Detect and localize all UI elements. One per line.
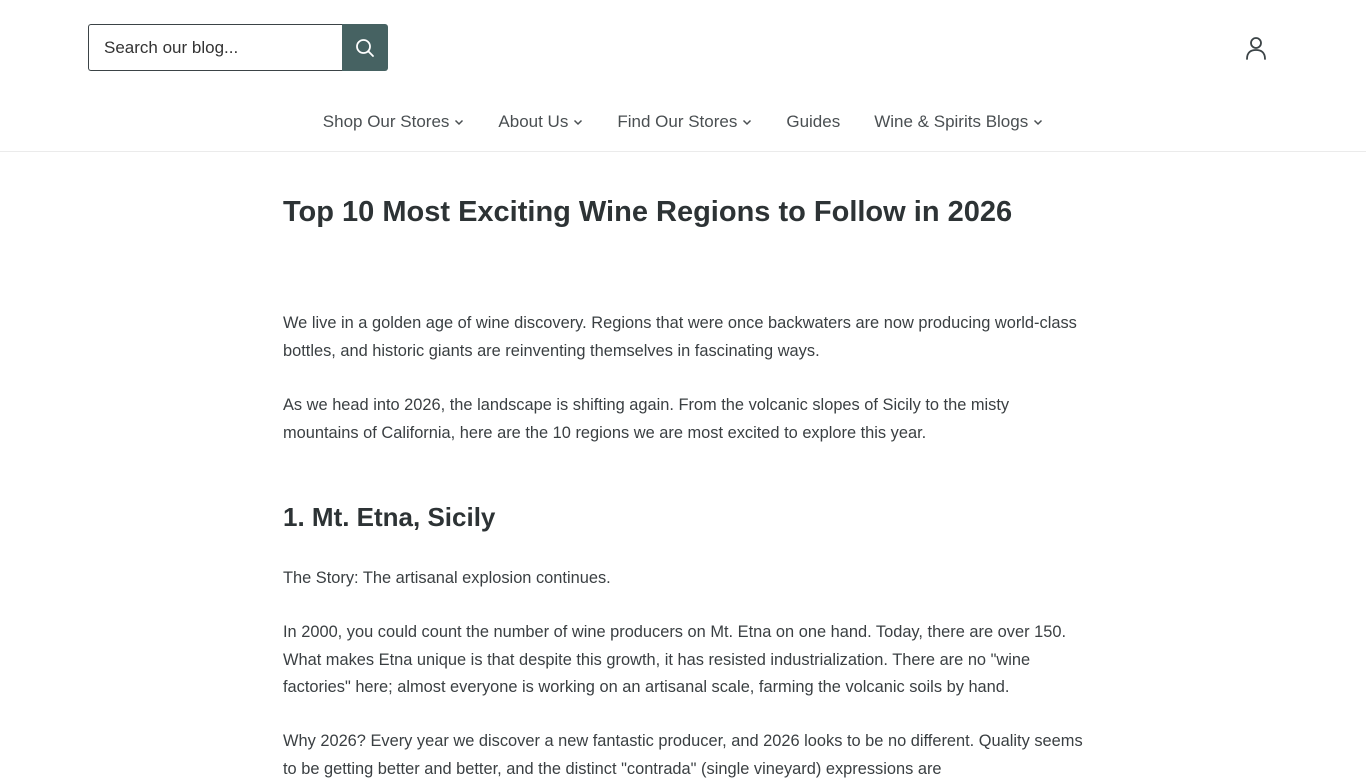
user-icon — [1245, 36, 1267, 60]
page-title: Top 10 Most Exciting Wine Regions to Fol… — [283, 196, 1013, 228]
search-icon — [355, 38, 375, 58]
main-navigation: Shop Our Stores About Us Find Our Stores… — [0, 108, 1366, 136]
search-input[interactable] — [88, 24, 342, 71]
nav-item-label: Find Our Stores — [617, 112, 738, 131]
section-paragraph: In 2000, you could count the number of w… — [283, 623, 1067, 696]
nav-item-label: Shop Our Stores — [322, 112, 450, 131]
chevron-down-icon — [454, 119, 464, 126]
section-story: The Story: The artisanal explosion conti… — [283, 569, 611, 587]
section-why-paragraph: Why 2026? Every year we discover a new f… — [283, 732, 1083, 778]
nav-item-label: About Us — [498, 112, 569, 131]
nav-item-about-us[interactable]: About Us — [481, 108, 600, 136]
account-button[interactable] — [1243, 35, 1269, 61]
intro-paragraph-2: As we head into 2026, the landscape is s… — [283, 396, 1010, 442]
site-header: Shop Our Stores About Us Find Our Stores… — [0, 0, 1366, 152]
intro-paragraph-1: We live in a golden age of wine discover… — [283, 314, 1077, 360]
nav-item-find-our-stores[interactable]: Find Our Stores — [600, 108, 769, 136]
nav-item-wine-spirits-blogs[interactable]: Wine & Spirits Blogs — [857, 108, 1060, 136]
nav-item-guides[interactable]: Guides — [769, 108, 857, 136]
chevron-down-icon — [742, 119, 752, 126]
section-heading-etna: 1. Mt. Etna, Sicily — [283, 502, 496, 532]
blog-search-form — [88, 24, 388, 71]
search-button[interactable] — [342, 24, 388, 71]
chevron-down-icon — [573, 119, 583, 126]
chevron-down-icon — [1033, 119, 1043, 126]
nav-item-shop-our-stores[interactable]: Shop Our Stores — [306, 108, 482, 136]
nav-item-label: Wine & Spirits Blogs — [874, 112, 1029, 131]
nav-item-label: Guides — [786, 112, 841, 131]
